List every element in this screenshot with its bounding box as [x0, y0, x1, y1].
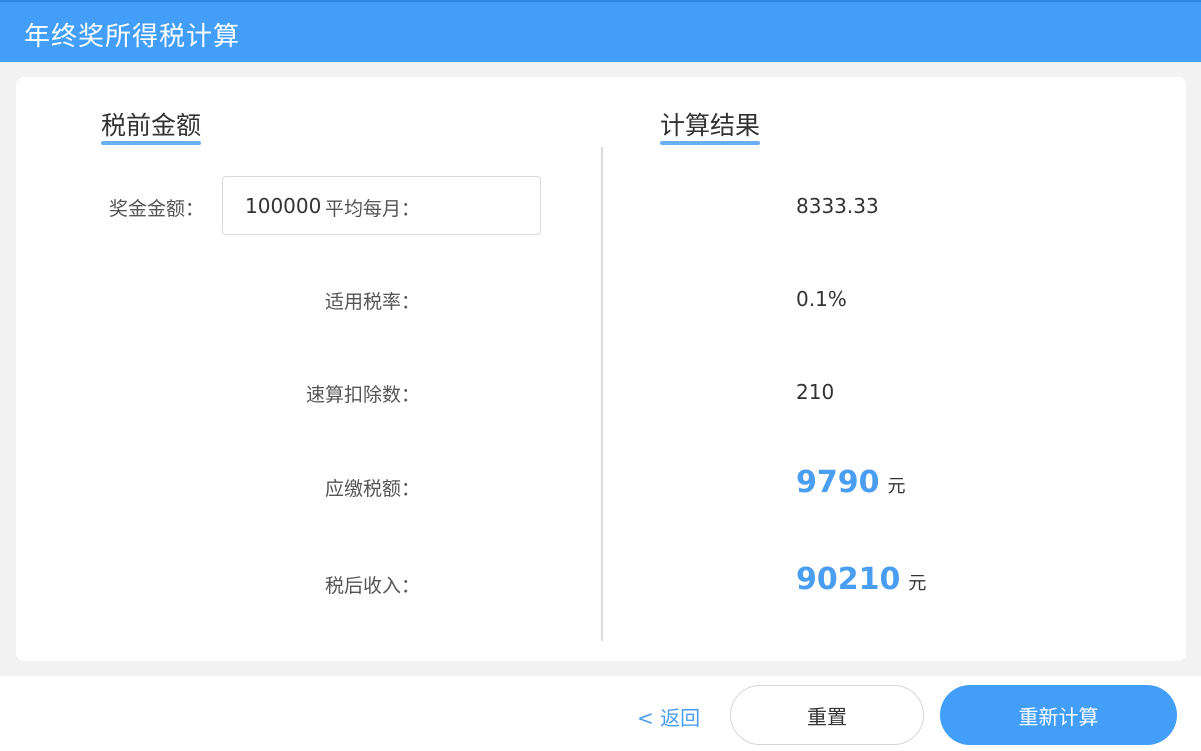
title-underline [660, 141, 761, 145]
quick-deduction-label: 速算扣除数： [305, 384, 420, 406]
tax-payable-unit: 元 [887, 476, 906, 497]
monthly-avg-label: 平均每月： [324, 198, 420, 220]
bonus-amount-label: 奖金金额： [109, 198, 205, 220]
title-underline [101, 141, 202, 145]
result-section-title: 计算结果 [660, 111, 761, 145]
tax-payable-label: 应缴税额： [324, 478, 420, 500]
back-link[interactable]: < 返回 [637, 702, 700, 731]
footer-bar: < 返回 重置 重新计算 [0, 676, 1201, 751]
pre-tax-section-title: 税前金额 [101, 111, 202, 145]
pre-tax-title-text: 税前金额 [101, 111, 202, 140]
section-divider [601, 147, 603, 641]
result-title-text: 计算结果 [660, 111, 761, 140]
reset-button[interactable]: 重置 [730, 685, 924, 745]
tax-payable-value: 9790 [796, 465, 880, 500]
after-tax-income-unit: 元 [908, 573, 927, 594]
tax-rate-label: 适用税率： [324, 291, 420, 313]
page-title: 年终奖所得税计算 [24, 22, 241, 52]
after-tax-income-label: 税后收入： [324, 575, 420, 597]
after-tax-income-value: 90210 [796, 562, 901, 597]
recalculate-button[interactable]: 重新计算 [940, 685, 1177, 745]
app-header: 年终奖所得税计算 [0, 0, 1201, 62]
tax-rate-value: 0.1% [796, 287, 847, 311]
tax-payable-amount: 9790 元 [796, 465, 906, 500]
calculator-card: 税前金额 奖金金额： 计算结果 平均每月： 8333.33 适用税率： 0.1%… [16, 77, 1186, 661]
quick-deduction-value: 210 [796, 380, 835, 404]
after-tax-income-amount: 90210 元 [796, 562, 926, 597]
monthly-avg-value: 8333.33 [796, 194, 879, 218]
